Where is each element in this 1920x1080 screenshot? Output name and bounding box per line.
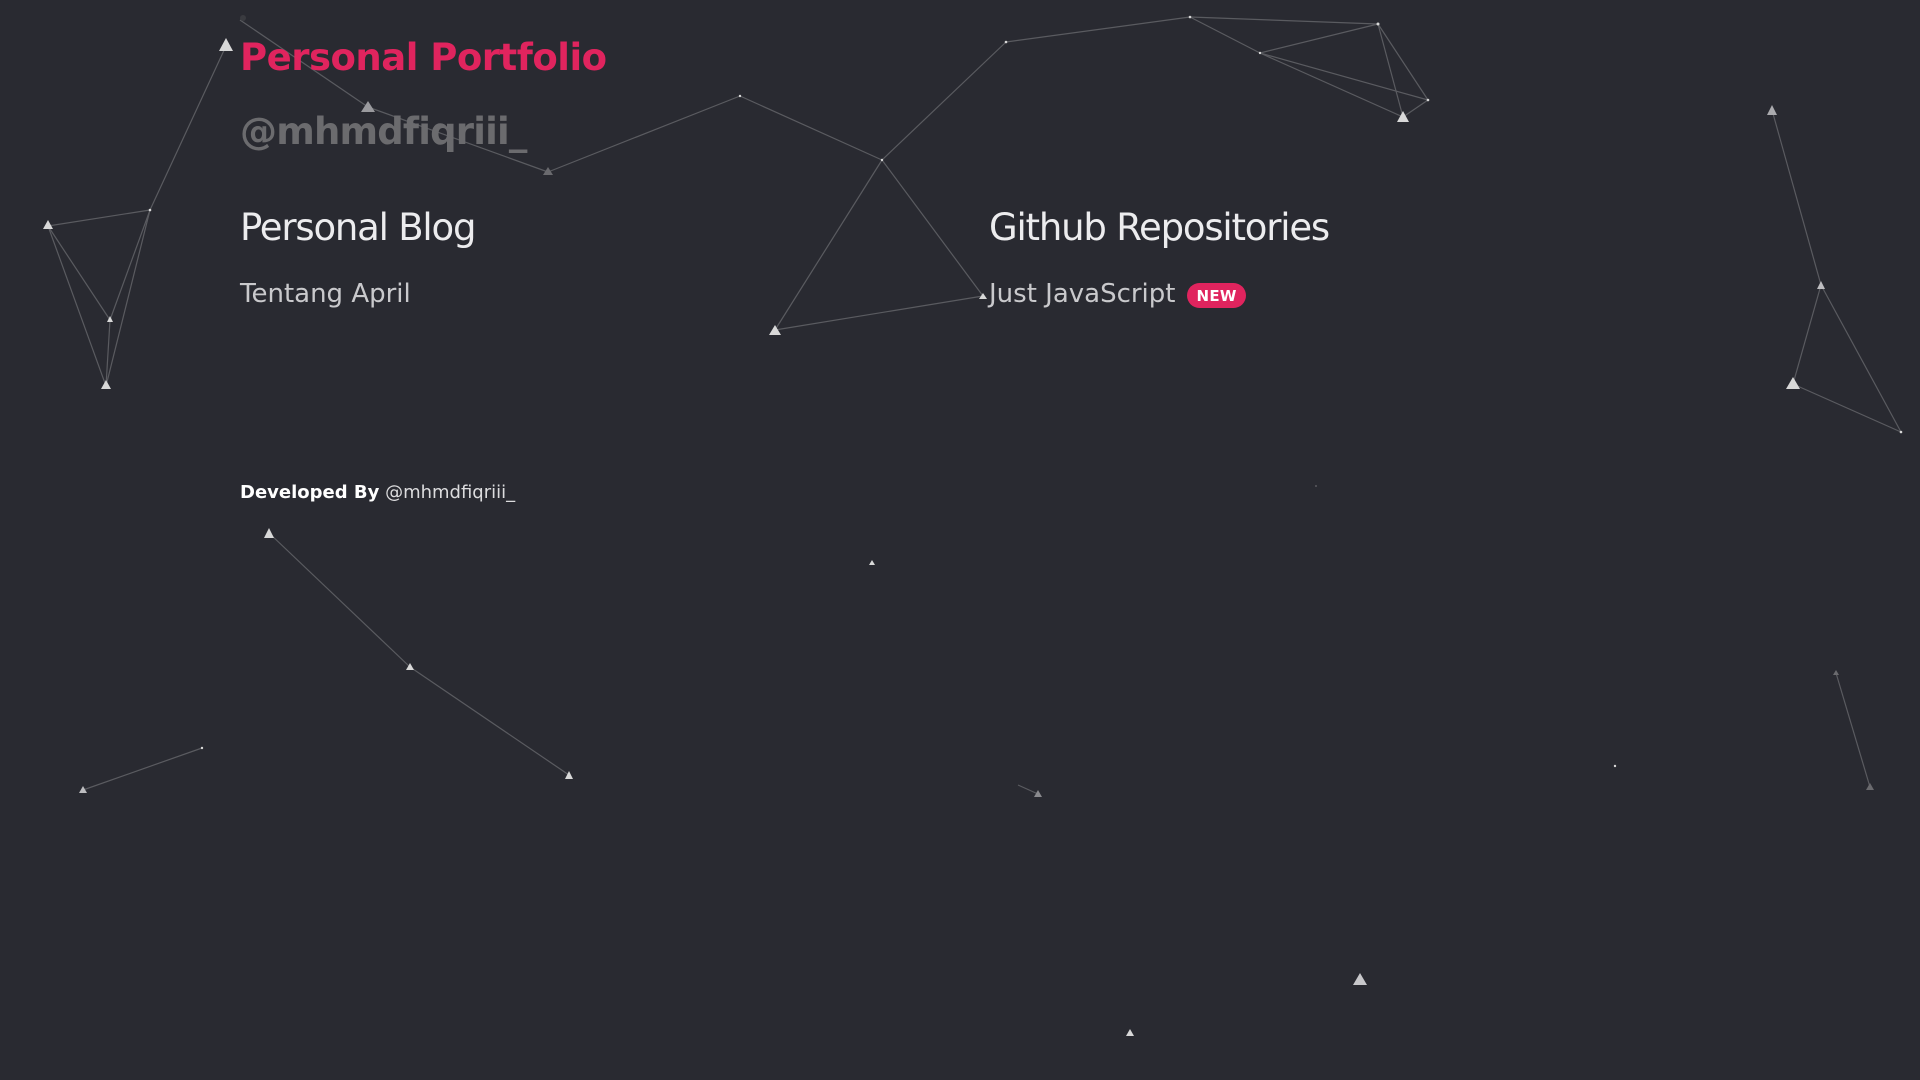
site-title[interactable]: Personal Portfolio: [240, 36, 1680, 80]
particle: [1034, 790, 1042, 797]
particle: [240, 15, 246, 21]
sections: Personal Blog Tentang April Github Repos…: [240, 206, 1680, 406]
particle: [1376, 22, 1380, 26]
footer-author-link[interactable]: @mhmdfiqriii_: [385, 482, 515, 503]
footer-label: Developed By: [240, 482, 380, 503]
repos-heading: Github Repositories: [989, 206, 1330, 249]
particle: [1315, 485, 1317, 487]
particle: [1613, 764, 1617, 768]
particle: [200, 746, 204, 750]
repo-link-just-javascript[interactable]: Just JavaScript: [989, 278, 1175, 310]
main-content: Personal Portfolio @mhmdfiqriii_ Persona…: [240, 36, 1680, 406]
particle: [43, 220, 53, 229]
particle: [1188, 15, 1192, 19]
new-badge: NEW: [1187, 282, 1246, 308]
particle: [1786, 377, 1800, 389]
particle: [1866, 783, 1874, 790]
particle: [1817, 281, 1825, 289]
author-handle: @mhmdfiqriii_: [240, 110, 527, 153]
footer: Developed By @mhmdfiqriii_: [240, 482, 515, 503]
particle: [1353, 973, 1367, 985]
blog-section: Personal Blog Tentang April: [240, 206, 476, 310]
particle: [869, 560, 875, 565]
particle: [1899, 430, 1903, 434]
particle: [1767, 105, 1777, 115]
particle: [1833, 670, 1839, 675]
particle: [565, 771, 573, 779]
particle: [148, 208, 152, 212]
particle: [219, 38, 233, 51]
blog-heading: Personal Blog: [240, 206, 476, 249]
particle: [101, 380, 111, 389]
blog-link-tentang-april[interactable]: Tentang April: [240, 278, 411, 310]
particle: [264, 528, 274, 538]
particle: [1126, 1029, 1134, 1036]
repos-section: Github Repositories Just JavaScript NEW: [989, 206, 1330, 310]
repo-item: Just JavaScript NEW: [989, 250, 1329, 310]
